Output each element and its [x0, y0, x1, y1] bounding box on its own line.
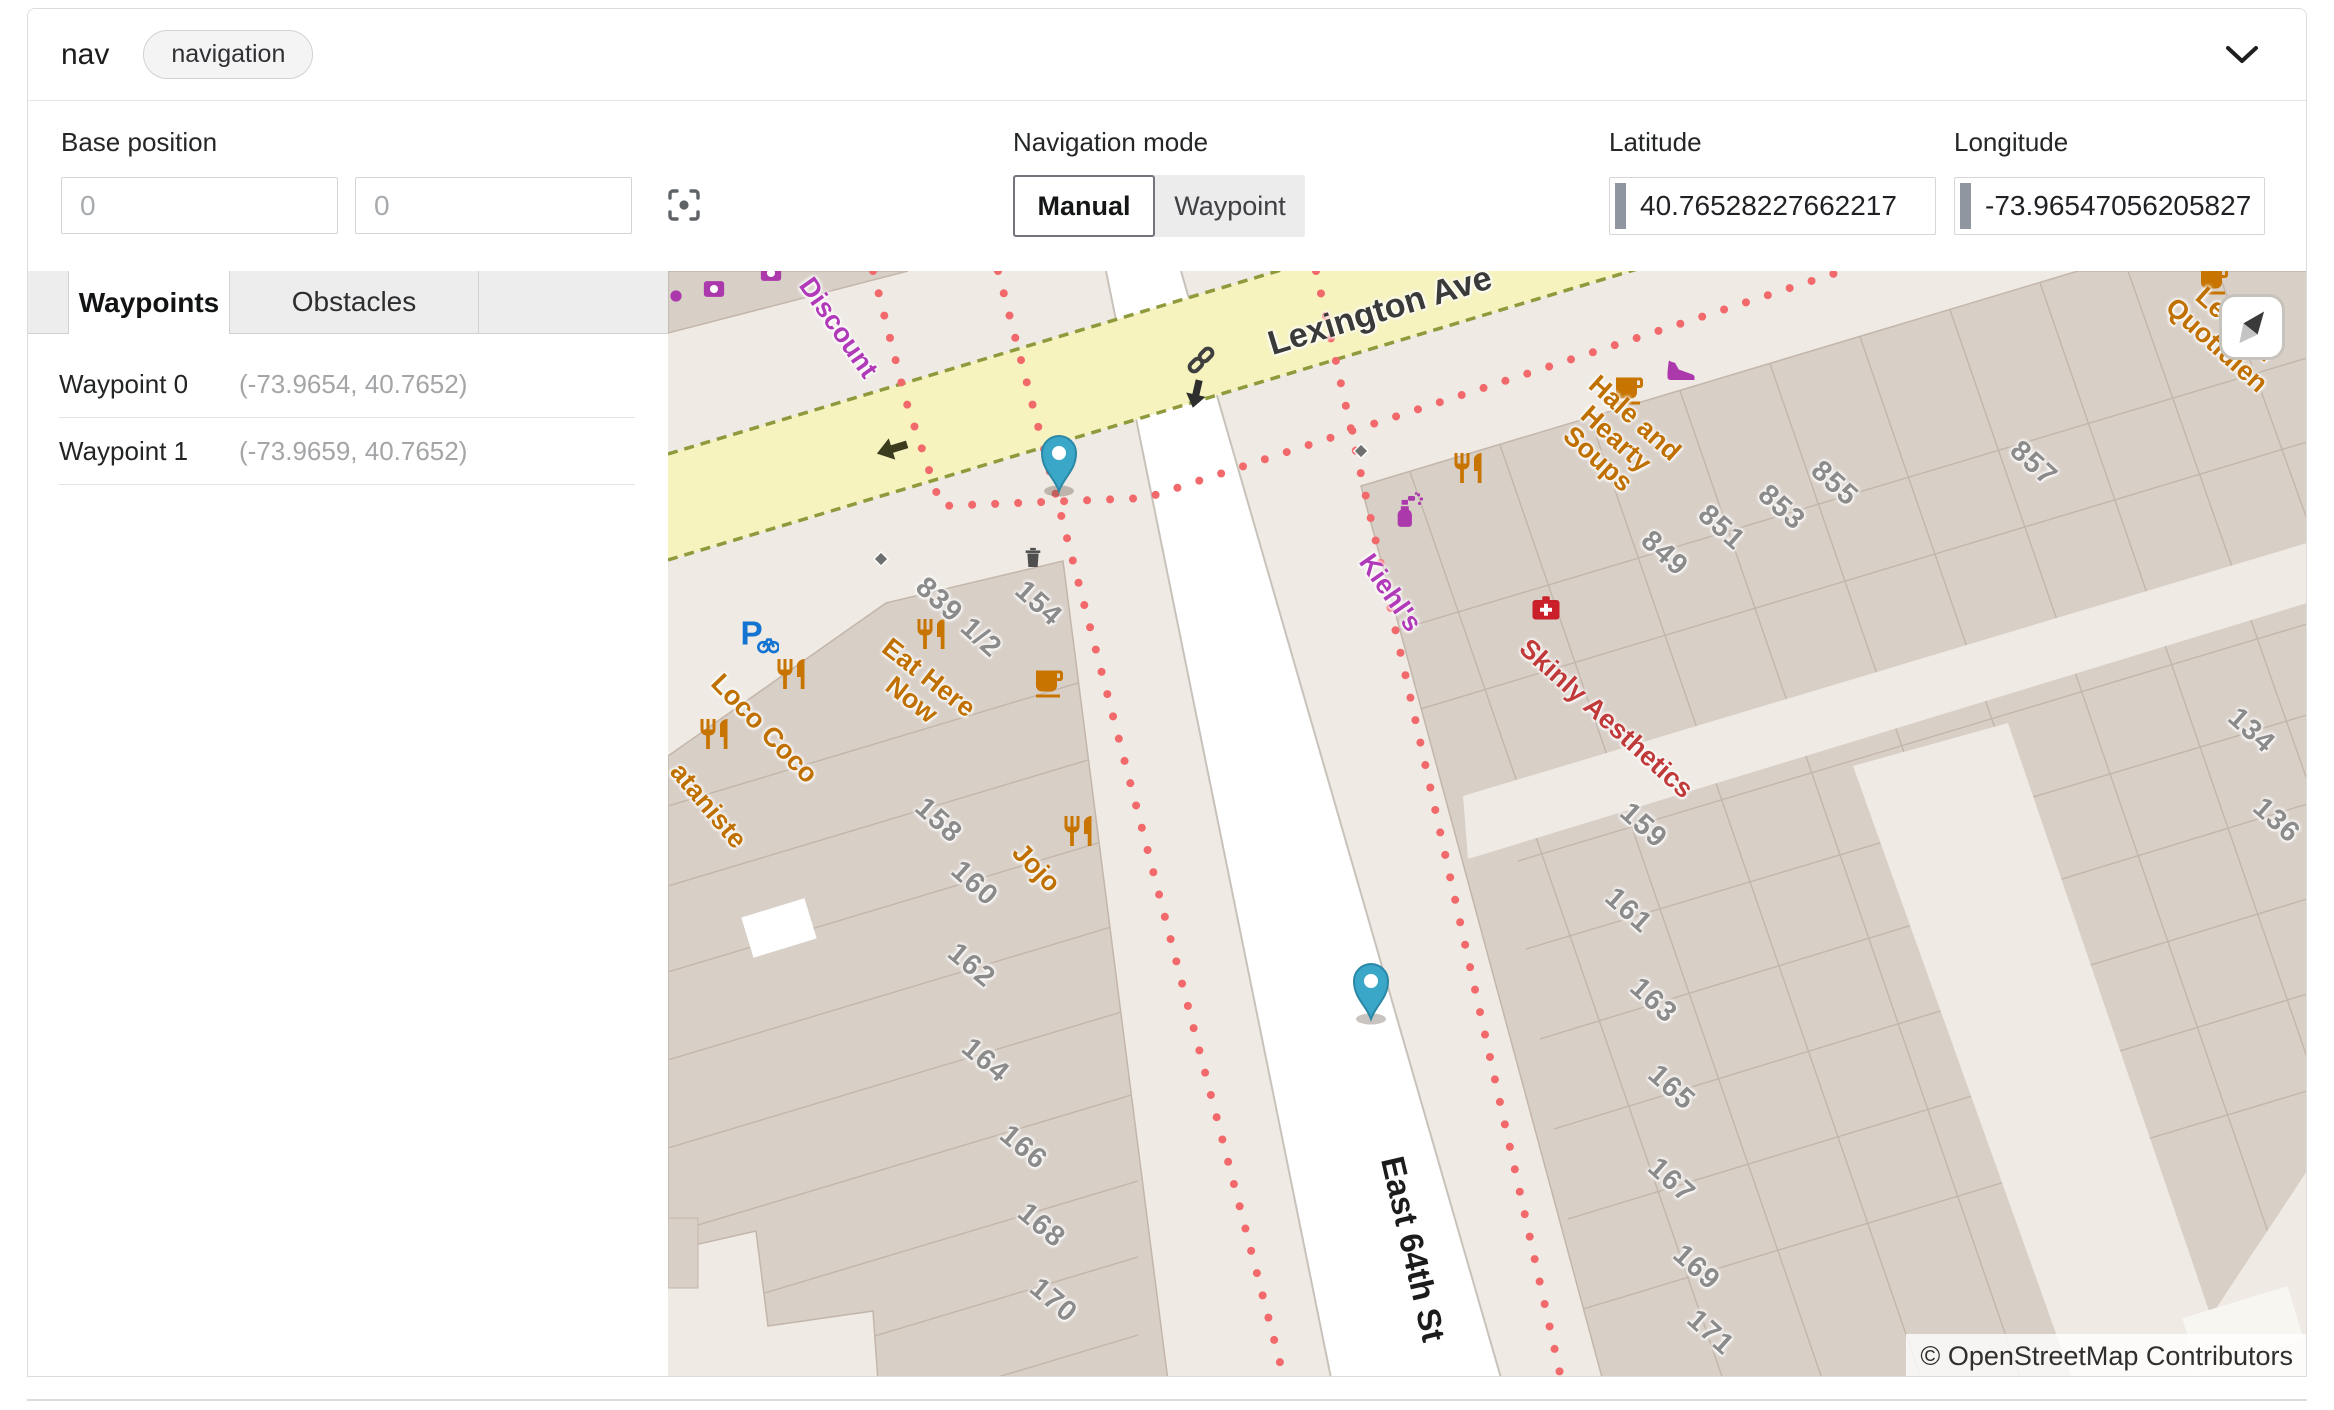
longitude-label: Longitude [1954, 127, 2068, 158]
tab-strip-spacer [28, 271, 68, 334]
waypoint-name: Waypoint 1 [59, 436, 239, 467]
collapse-card-button[interactable] [2220, 38, 2264, 72]
map-canvas[interactable]: Lexington AveEast 64th St839 1/215415816… [668, 271, 2307, 1377]
map-attribution: © OpenStreetMap Contributors [1906, 1334, 2307, 1377]
waypoint-row[interactable]: Waypoint 0 (-73.9654, 40.7652) [28, 351, 635, 417]
mode-waypoint-button[interactable]: Waypoint [1155, 175, 1305, 237]
tab-obstacles[interactable]: Obstacles [230, 271, 479, 334]
compass-needle-icon [2225, 300, 2279, 354]
row-divider [59, 484, 635, 485]
longitude-drag-handle[interactable] [1960, 183, 1971, 229]
navigation-card: nav navigation Base position Navigati [27, 8, 2307, 1377]
card-title: nav [61, 38, 109, 72]
waypoint-coords: (-73.9654, 40.7652) [239, 369, 467, 400]
controls-row: Base position Navigation mode Manual Way… [28, 101, 2306, 271]
longitude-field [1954, 177, 2265, 235]
tab-strip-spacer [479, 271, 668, 334]
base-x-input[interactable] [61, 177, 338, 234]
map-base-layer [668, 271, 2307, 1377]
base-position-label: Base position [61, 127, 217, 158]
next-card-divider [27, 1399, 2307, 1401]
latitude-drag-handle[interactable] [1615, 183, 1626, 229]
focus-crosshair-icon [662, 183, 706, 227]
mode-manual-button[interactable]: Manual [1013, 175, 1155, 237]
chevron-down-icon [2224, 44, 2260, 66]
page: nav navigation Base position Navigati [0, 0, 2334, 1410]
navigation-mode-toggle: Manual Waypoint [1013, 175, 1305, 237]
waypoint-pin[interactable] [1035, 427, 1083, 497]
waypoint-coords: (-73.9659, 40.7652) [239, 436, 467, 467]
tab-waypoints[interactable]: Waypoints [68, 271, 230, 334]
center-on-base-button[interactable] [661, 183, 707, 229]
compass-button[interactable] [2219, 294, 2285, 360]
latitude-label: Latitude [1609, 127, 1702, 158]
waypoint-name: Waypoint 0 [59, 369, 239, 400]
latitude-field [1609, 177, 1936, 235]
latitude-input[interactable] [1626, 190, 1921, 222]
waypoint-pin[interactable] [1347, 955, 1395, 1025]
navigation-mode-label: Navigation mode [1013, 127, 1208, 158]
tab-strip: Waypoints Obstacles [28, 271, 668, 334]
longitude-input[interactable] [1971, 190, 2250, 222]
waypoint-row[interactable]: Waypoint 1 (-73.9659, 40.7652) [28, 418, 635, 484]
base-y-input[interactable] [355, 177, 632, 234]
card-header: nav navigation [28, 9, 2306, 101]
navigation-type-badge: navigation [143, 30, 313, 79]
